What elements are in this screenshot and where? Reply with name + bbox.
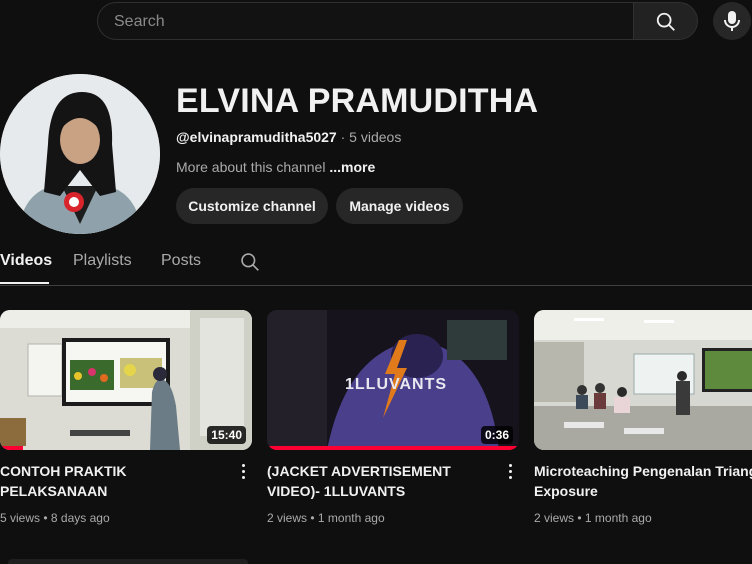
video-thumbnail[interactable]: 1:: [534, 310, 752, 450]
video-stats: 2 views • 1 month ago: [534, 511, 652, 525]
tab-videos[interactable]: Videos: [0, 252, 52, 270]
video-title[interactable]: CONTOH PRAKTIK PELAKSANAAN PEMBELAJARAN.…: [0, 461, 220, 501]
stats-bullet: •: [577, 511, 582, 525]
video-stats: 2 views • 1 month ago: [267, 511, 385, 525]
more-link[interactable]: ...more: [329, 159, 375, 175]
video-card[interactable]: 15:40 CONTOH PRAKTIK PELAKSANAAN PEMBELA…: [0, 310, 252, 525]
watch-progress-bar: [267, 446, 519, 450]
tab-playlists[interactable]: Playlists: [73, 252, 132, 270]
view-count: 5 views: [0, 511, 41, 525]
next-row-thumbnail-edge: [8, 559, 248, 564]
tab-search-icon: [241, 253, 259, 271]
channel-meta: @elvinapramuditha5027 · 5 videos: [176, 129, 401, 145]
view-count: 2 views: [267, 511, 308, 525]
video-thumbnail[interactable]: 15:40: [0, 310, 252, 450]
tab-posts[interactable]: Posts: [161, 252, 201, 270]
video-title[interactable]: Microteaching Pengenalan Triangle Exposu…: [534, 461, 752, 501]
about-text: More about this channel: [176, 159, 326, 175]
video-title[interactable]: (JACKET ADVERTISEMENT VIDEO)- 1LLUVANTS …: [267, 461, 487, 501]
search-button[interactable]: [633, 2, 698, 40]
video-stats: 5 views • 8 days ago: [0, 511, 110, 525]
mic-icon: [724, 11, 740, 31]
channel-handle: @elvinapramuditha5027: [176, 129, 337, 145]
search-placeholder: Search: [114, 13, 165, 30]
customize-channel-button[interactable]: Customize channel: [176, 188, 328, 224]
more-vert-icon[interactable]: [507, 464, 513, 482]
video-count: 5 videos: [349, 129, 402, 145]
more-vert-icon[interactable]: [240, 464, 246, 482]
thumbnail-overlay-text: 1LLUVANTS: [345, 376, 447, 393]
channel-avatar[interactable]: [0, 74, 160, 234]
video-thumbnail[interactable]: 1LLUVANTS 0:36: [267, 310, 519, 450]
tab-search-button[interactable]: [240, 252, 260, 277]
active-tab-indicator: [0, 282, 49, 284]
avatar-image: [0, 74, 160, 234]
search-input[interactable]: Search: [97, 2, 634, 40]
meta-separator: ·: [340, 129, 346, 145]
tabs-divider: [0, 285, 752, 286]
watch-progress-bar: [0, 446, 23, 450]
stats-bullet: •: [43, 511, 48, 525]
upload-age: 1 month ago: [317, 511, 385, 525]
upload-age: 8 days ago: [50, 511, 110, 525]
view-count: 2 views: [534, 511, 575, 525]
video-card[interactable]: 1LLUVANTS 0:36 (JACKET ADVERTISEMENT VID…: [267, 310, 519, 525]
video-card[interactable]: 1: Microteaching Pengenalan Triangle Exp…: [534, 310, 752, 525]
voice-search-button[interactable]: [713, 2, 751, 40]
manage-videos-button[interactable]: Manage videos: [336, 188, 463, 224]
stats-bullet: •: [310, 511, 315, 525]
channel-about[interactable]: More about this channel ...more: [176, 159, 375, 175]
channel-name: ELVINA PRAMUDITHA: [176, 82, 539, 120]
video-duration: 15:40: [207, 426, 246, 444]
upload-age: 1 month ago: [584, 511, 652, 525]
search-icon: [656, 12, 675, 31]
thumbnail-lecture-image: [534, 310, 752, 450]
video-duration: 0:36: [480, 426, 513, 444]
